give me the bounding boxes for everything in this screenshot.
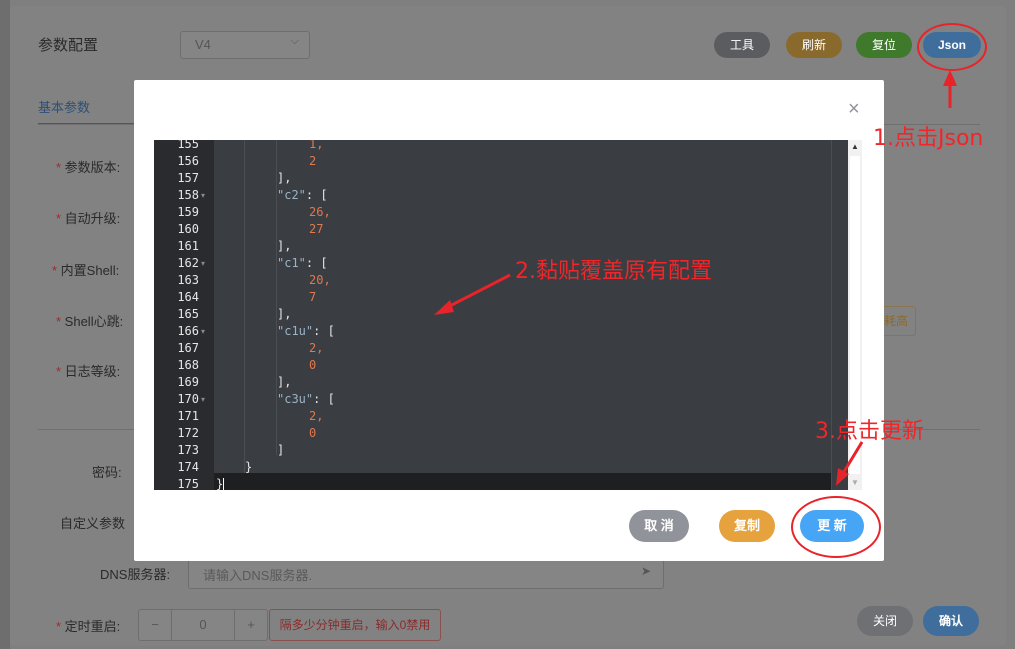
arrow-step2-head: [434, 300, 454, 315]
arrow-step3-shaft: [840, 441, 864, 476]
annotation-step2: 2.黏贴覆盖原有配置: [515, 259, 712, 284]
arrow-step1-head: [943, 70, 957, 86]
annotation-arrows: [434, 70, 957, 486]
arrow-step2-shaft: [441, 273, 511, 312]
arrow-step3-head: [836, 468, 849, 486]
annotation-step1: 1.点击Json: [873, 126, 984, 151]
annotation-step3: 3.点击更新: [815, 419, 924, 444]
